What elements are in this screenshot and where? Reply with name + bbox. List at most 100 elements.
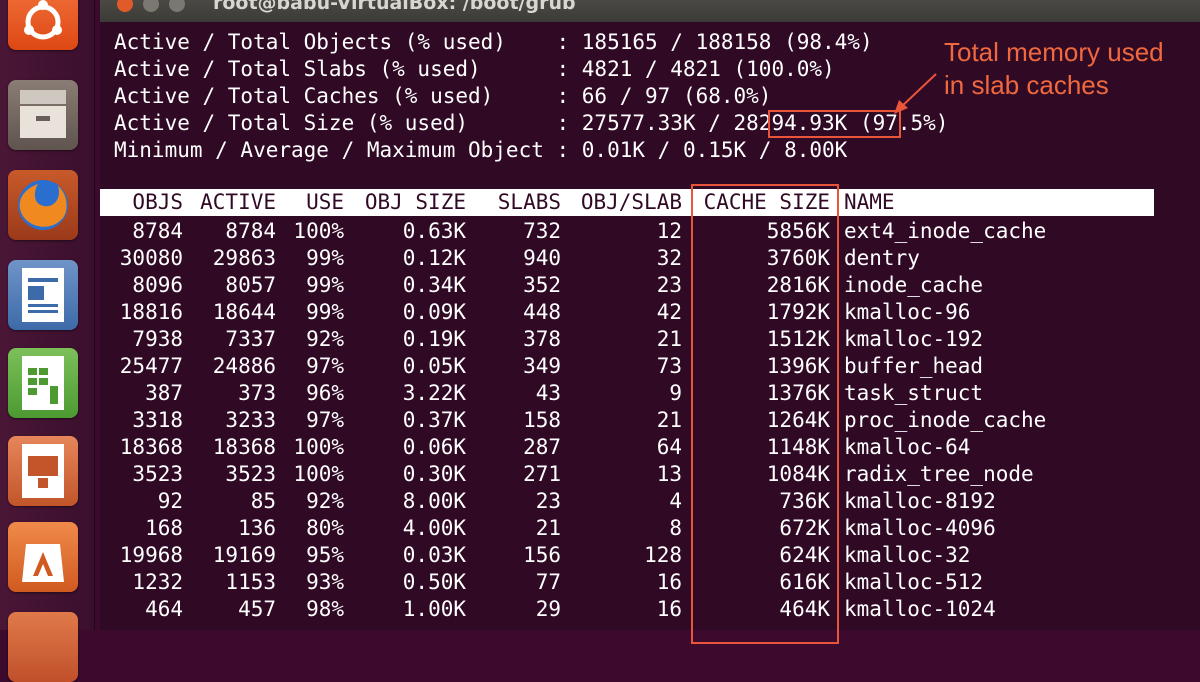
cell-obj-per-slab: 8 [669,516,682,540]
cell-obj-size: 0.03K [402,543,466,567]
cell-objs: 8096 [132,273,183,297]
libreoffice-writer-icon[interactable] [8,260,78,330]
software-center-icon[interactable] [8,522,78,592]
cell-obj-per-slab: 42 [656,300,682,324]
cell-obj-per-slab: 21 [656,408,682,432]
cell-slabs: 378 [523,327,561,351]
cell-name: dentry [844,246,920,270]
cell-obj-size: 1.00K [402,597,466,621]
highlight-cache-size-column [691,184,839,644]
cell-name: buffer_head [844,354,984,378]
ubuntu-dash-icon[interactable] [8,0,78,50]
cell-objs: 3523 [132,462,183,486]
cell-slabs: 271 [523,462,561,486]
cell-name: kmalloc-64 [844,435,971,459]
cell-use: 99% [306,246,344,270]
column-header-objs: OBJS [132,190,183,214]
cell-use: 92% [306,489,344,513]
cell-slabs: 448 [523,300,561,324]
cell-objs: 18816 [119,300,183,324]
libreoffice-impress-icon[interactable] [8,436,78,506]
column-header-obj-slab: OBJ/SLAB [580,190,682,214]
cell-use: 100% [293,219,344,243]
highlight-total-size [768,110,901,138]
column-header-slabs: SLABS [497,190,561,214]
cell-active: 136 [238,516,276,540]
cell-active: 29863 [212,246,276,270]
launcher-item-icon[interactable] [8,612,78,682]
cell-obj-size: 0.05K [402,354,466,378]
cell-objs: 387 [145,381,183,405]
cell-objs: 30080 [119,246,183,270]
cell-obj-size: 8.00K [402,489,466,513]
cell-obj-per-slab: 16 [656,570,682,594]
cell-obj-per-slab: 32 [656,246,682,270]
minimize-icon[interactable] [143,0,159,12]
cell-slabs: 43 [535,381,561,405]
cell-use: 96% [306,381,344,405]
files-icon[interactable] [8,80,78,150]
cell-active: 18644 [212,300,276,324]
maximize-icon[interactable] [169,0,185,12]
window-titlebar: root@babu-VirtualBox: /boot/grub [100,0,1200,22]
libreoffice-calc-icon[interactable] [8,348,78,418]
cell-obj-per-slab: 4 [669,489,682,513]
cell-objs: 7938 [132,327,183,351]
annotation-note: Total memory used in slab caches [944,37,1164,100]
cell-obj-per-slab: 64 [656,435,682,459]
cell-obj-per-slab: 13 [656,462,682,486]
cell-obj-size: 3.22K [402,381,466,405]
cell-active: 3523 [225,462,276,486]
summary-line-caches: Active / Total Caches (% used) : 66 / 97… [114,84,772,108]
cell-use: 95% [306,543,344,567]
cell-slabs: 732 [523,219,561,243]
cell-obj-size: 4.00K [402,516,466,540]
cell-obj-per-slab: 21 [656,327,682,351]
cell-use: 100% [293,435,344,459]
cell-objs: 8784 [132,219,183,243]
cell-slabs: 156 [523,543,561,567]
cell-slabs: 349 [523,354,561,378]
cell-objs: 19968 [119,543,183,567]
cell-name: inode_cache [844,273,984,297]
cell-slabs: 940 [523,246,561,270]
column-header-use: USE [306,190,344,214]
cell-use: 97% [306,408,344,432]
firefox-icon[interactable] [8,170,78,240]
cell-obj-per-slab: 128 [644,543,682,567]
cell-use: 98% [306,597,344,621]
cell-slabs: 29 [535,597,561,621]
cell-obj-size: 0.19K [402,327,466,351]
cell-obj-size: 0.63K [402,219,466,243]
cell-obj-per-slab: 12 [656,219,682,243]
cell-obj-size: 0.06K [402,435,466,459]
summary-line-object-size: Minimum / Average / Maximum Object : 0.0… [114,138,848,162]
cell-active: 457 [238,597,276,621]
cell-objs: 18368 [119,435,183,459]
cell-use: 99% [306,300,344,324]
cell-active: 373 [238,381,276,405]
cell-active: 85 [250,489,276,513]
cell-slabs: 287 [523,435,561,459]
cell-name: proc_inode_cache [844,408,1047,432]
cell-active: 3233 [225,408,276,432]
cell-active: 8784 [225,219,276,243]
cell-active: 19169 [212,543,276,567]
cell-slabs: 158 [523,408,561,432]
cell-slabs: 352 [523,273,561,297]
cell-obj-per-slab: 9 [669,381,682,405]
column-header-active: ACTIVE [200,190,276,214]
cell-use: 99% [306,273,344,297]
cell-slabs: 23 [535,489,561,513]
cell-obj-size: 0.12K [402,246,466,270]
close-icon[interactable] [117,0,133,12]
cell-use: 80% [306,516,344,540]
cell-active: 1153 [225,570,276,594]
cell-use: 100% [293,462,344,486]
cell-active: 7337 [225,327,276,351]
cell-objs: 25477 [119,354,183,378]
cell-obj-per-slab: 73 [656,354,682,378]
cell-obj-per-slab: 16 [656,597,682,621]
cell-name: kmalloc-512 [844,570,984,594]
cell-slabs: 21 [535,516,561,540]
